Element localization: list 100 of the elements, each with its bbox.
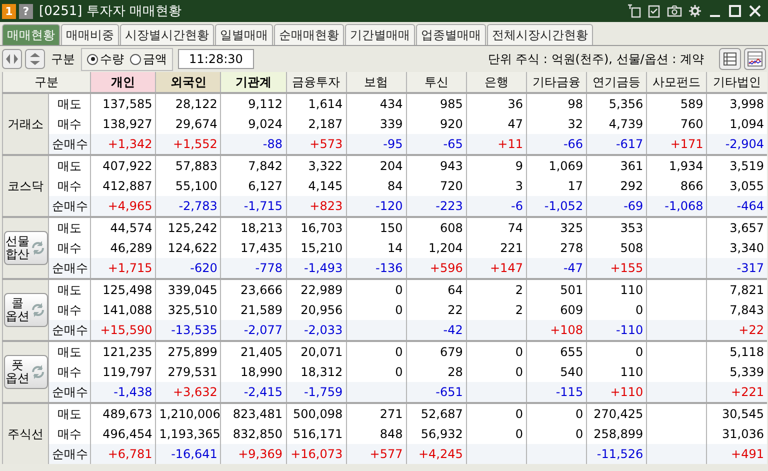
time-field[interactable]: 11:28:30 <box>178 49 254 69</box>
table-cell: 0 <box>575 427 584 441</box>
table-cell: 1,934 <box>668 159 704 173</box>
tab[interactable]: 매매현황 <box>2 24 60 45</box>
table-cell: -47 <box>563 261 584 275</box>
table-cell: +1,342 <box>108 137 152 151</box>
window-tool-icon[interactable] <box>627 4 641 18</box>
column-header: 은행 <box>466 72 526 93</box>
tab[interactable]: 업종별매매 <box>416 24 486 45</box>
table-cell: 275,899 <box>168 345 218 359</box>
table-cell: -16,641 <box>171 447 218 461</box>
table-cell: 270,425 <box>594 407 644 421</box>
table-cell: -2,077 <box>244 323 283 337</box>
chart-view-icon[interactable] <box>744 48 766 70</box>
table-cell: 339,045 <box>168 283 218 297</box>
column-header: 기타법인 <box>706 72 767 93</box>
table-cell: 943 <box>440 159 463 173</box>
table-cell: 7,821 <box>730 283 764 297</box>
table-cell: -69 <box>624 199 644 213</box>
row-group-label: 주식선 <box>8 426 44 442</box>
group-toggle-button[interactable]: 콜 옵션 <box>4 293 48 327</box>
maximize-icon[interactable] <box>728 4 742 18</box>
table-cell: 84 <box>387 179 403 193</box>
table-cell: 0 <box>515 345 523 359</box>
up-down-arrows-icon[interactable] <box>25 49 45 69</box>
table-cell: 18,312 <box>300 365 343 379</box>
row-label: 매수 <box>58 426 82 440</box>
row-label: 순매수 <box>52 136 88 150</box>
list-view-icon[interactable] <box>719 48 741 70</box>
column-header: 연기금등 <box>586 72 647 93</box>
settings-icon[interactable] <box>688 4 702 18</box>
table-cell: -2,783 <box>178 199 218 213</box>
tab[interactable]: 일별매매 <box>215 24 273 45</box>
table-cell: 9,024 <box>248 117 283 131</box>
table-cell: +4,245 <box>418 447 463 461</box>
column-header: 기관계 <box>220 72 286 93</box>
table-cell: -464 <box>736 199 764 213</box>
table-cell: 4,145 <box>308 179 343 193</box>
table-cell: 7,842 <box>248 159 283 173</box>
tab[interactable]: 기간별매매 <box>345 24 415 45</box>
checklist-icon[interactable] <box>647 4 661 18</box>
table-cell: 141,088 <box>102 303 152 317</box>
table-cell: 292 <box>620 179 644 193</box>
table-cell: 44,574 <box>110 221 152 235</box>
tab[interactable]: 시장별시간현황 <box>120 24 214 45</box>
table-cell: 15,210 <box>300 241 343 255</box>
table-cell: 55,100 <box>175 179 218 193</box>
table-cell: 138,927 <box>102 117 152 131</box>
table-cell: -11,526 <box>596 447 644 461</box>
table-cell: 47 <box>508 117 523 131</box>
group-toggle-button[interactable]: 풋 옵션 <box>4 355 48 389</box>
table-cell: 98 <box>568 97 584 111</box>
tab[interactable]: 순매매현황 <box>274 24 344 45</box>
table-cell: 110 <box>620 365 644 379</box>
row-label: 순매수 <box>52 322 88 336</box>
table-cell: 21,405 <box>240 345 283 359</box>
table-cell: -2,904 <box>725 137 764 151</box>
table-cell: -223 <box>436 199 463 213</box>
table-cell: 20,956 <box>300 303 343 317</box>
table-cell: 221 <box>500 241 523 255</box>
row-group-label: 거래소 <box>8 116 44 132</box>
table-cell: 3,657 <box>730 221 764 235</box>
table-cell: -1,715 <box>244 199 283 213</box>
row-label: 매수 <box>58 116 82 130</box>
table-cell: 18,990 <box>240 365 283 379</box>
table-cell: -1,759 <box>304 385 343 399</box>
table-cell: 9,112 <box>248 97 283 111</box>
table-cell: 3,519 <box>730 159 764 173</box>
table-cell: -620 <box>190 261 218 275</box>
table-cell: +577 <box>370 447 403 461</box>
table-cell: +11 <box>498 137 523 151</box>
table-cell: 1,069 <box>548 159 584 173</box>
table-cell: 29,674 <box>175 117 218 131</box>
close-icon[interactable] <box>748 4 762 18</box>
tab[interactable]: 매매비중 <box>61 24 119 45</box>
table-cell: 0 <box>636 345 644 359</box>
table-cell: 3,055 <box>730 179 764 193</box>
table-cell: 64 <box>448 283 463 297</box>
table-cell: +3,632 <box>172 385 218 399</box>
table-cell: +108 <box>550 323 584 337</box>
table-cell: 31,036 <box>722 427 764 441</box>
row-label: 매도 <box>58 96 82 110</box>
table-cell: +221 <box>731 385 764 399</box>
radio-option[interactable]: 수량 <box>87 50 124 68</box>
table-cell: 0 <box>395 365 403 379</box>
table-cell: 496,454 <box>102 427 152 441</box>
left-right-arrows-icon[interactable] <box>2 49 22 69</box>
table-cell: +4,965 <box>108 199 152 213</box>
table-cell: 124,622 <box>168 241 218 255</box>
screen-number-badge: 1 <box>2 4 16 18</box>
camera-icon[interactable] <box>667 4 682 18</box>
table-cell: 46,289 <box>110 241 152 255</box>
row-label: 순매수 <box>52 260 88 274</box>
table-cell: 501 <box>560 283 584 297</box>
group-toggle-button[interactable]: 선물 합산 <box>4 231 48 265</box>
tab[interactable]: 전체시장시간현황 <box>487 24 593 45</box>
table-cell: 339 <box>380 117 403 131</box>
table-cell: -88 <box>262 137 283 151</box>
radio-option[interactable]: 금액 <box>130 50 167 68</box>
table-cell: -136 <box>376 261 403 275</box>
